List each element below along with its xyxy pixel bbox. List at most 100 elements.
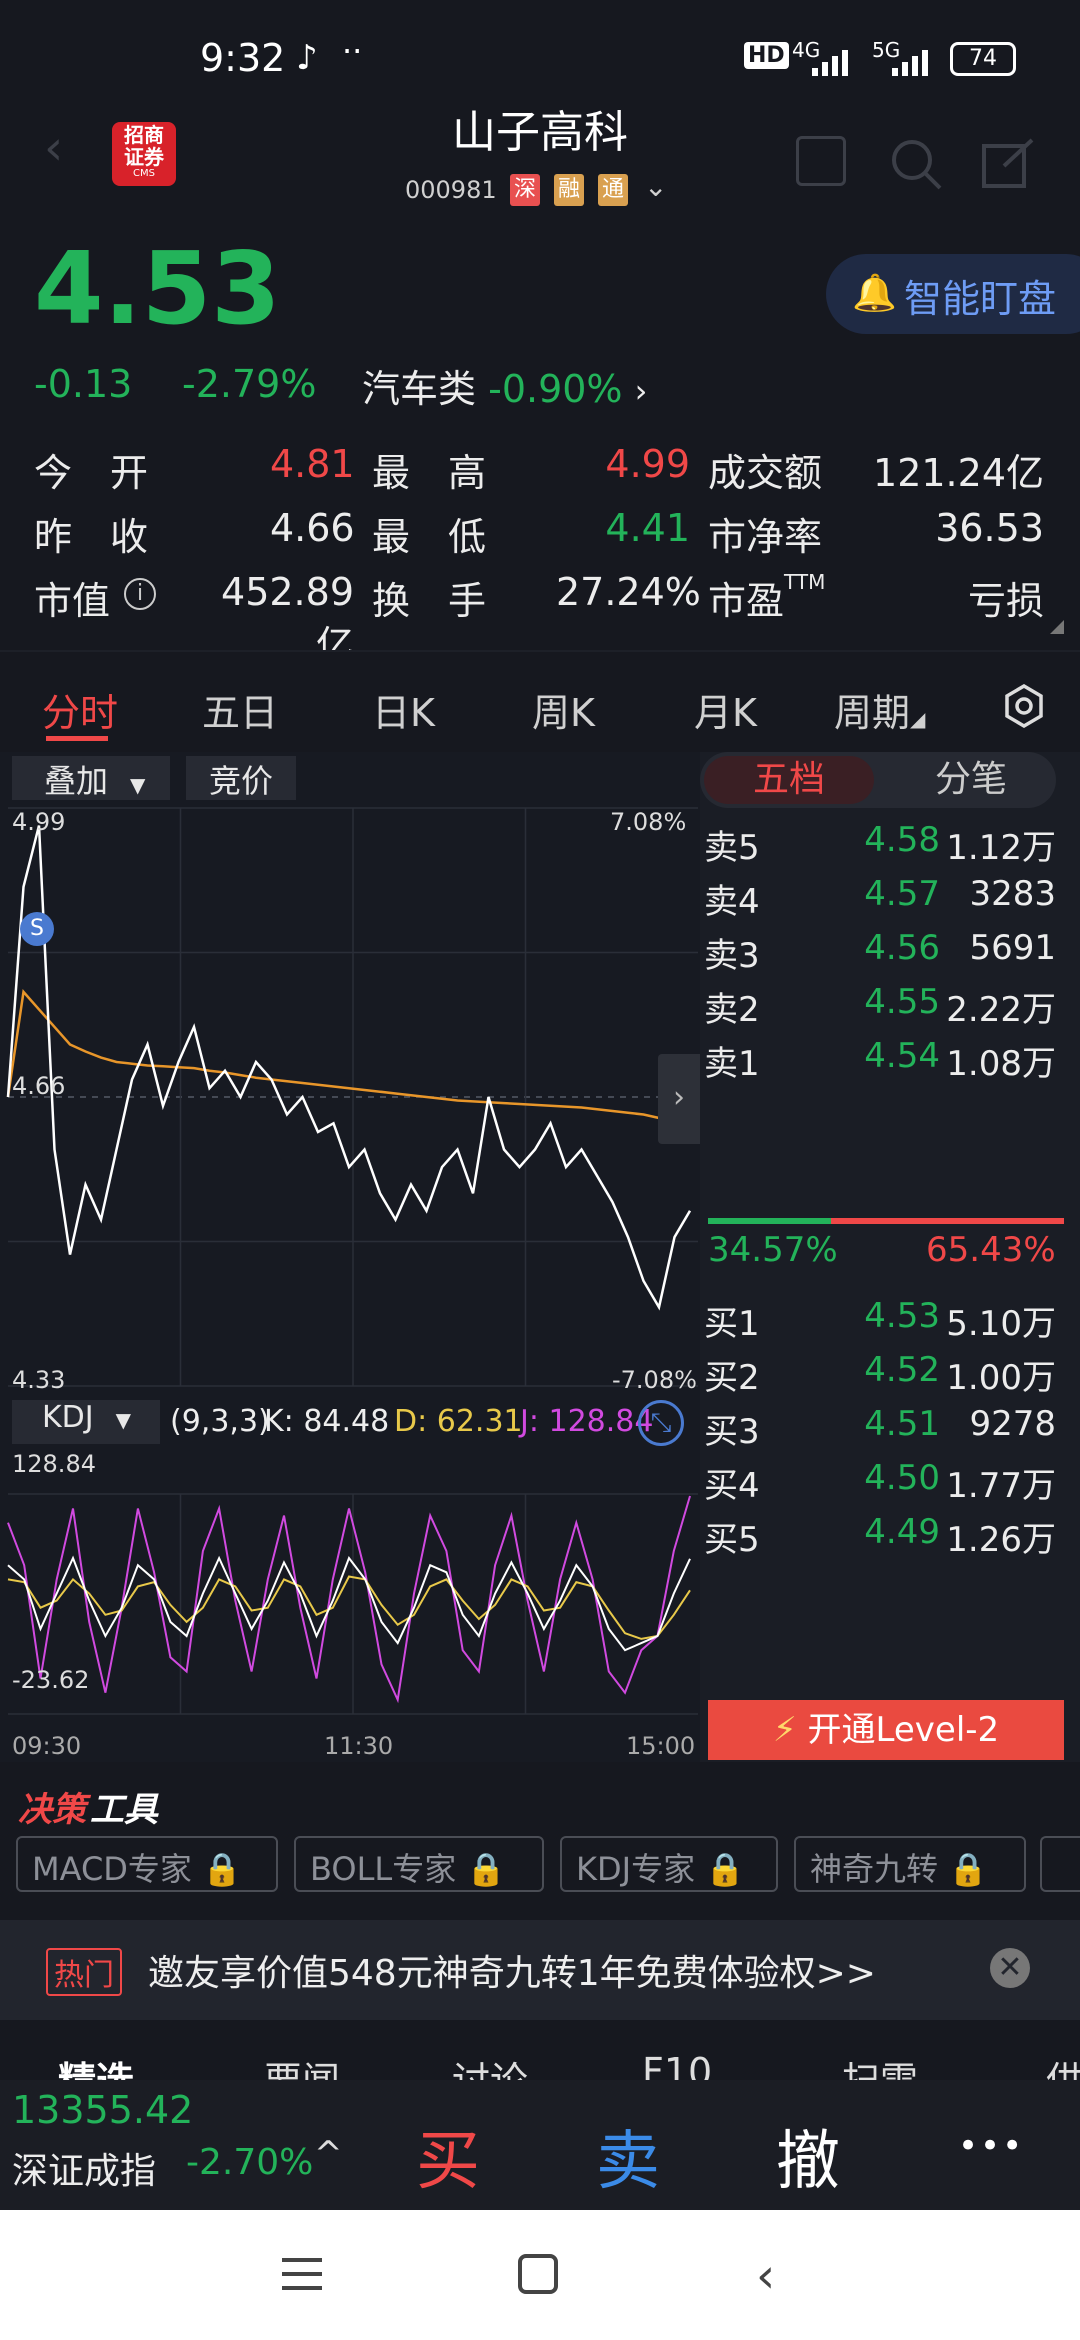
ask-label: 卖5 [704, 828, 760, 868]
info-icon[interactable]: i [124, 578, 156, 610]
bid-volume: 1.77万 [946, 1466, 1056, 1506]
ask-volume: 3283 [969, 874, 1056, 914]
expand-corner-icon[interactable] [1050, 620, 1064, 634]
tag-tong: 通 [598, 174, 628, 206]
active-tab-indicator [46, 736, 108, 741]
tools-title-white: 工具 [90, 1790, 158, 1830]
note-icon[interactable] [796, 136, 846, 186]
ask-label: 卖4 [704, 882, 760, 922]
more-button[interactable]: ••• [958, 2126, 1024, 2166]
bid-row[interactable]: 买4 4.50 1.77万 [700, 1458, 1080, 1518]
chevron-down-icon[interactable]: ⌄ [644, 170, 667, 203]
ratio-bar [708, 1218, 1064, 1224]
bid-label: 买1 [704, 1304, 760, 1344]
more-dots-icon: ·· [342, 32, 363, 70]
pe-label: 市盈TTM [708, 570, 826, 623]
kdj-j-value: J: 128.84 [520, 1404, 654, 1439]
close-icon[interactable]: ✕ [990, 1948, 1030, 1988]
ask-row[interactable]: 卖3 4.56 5691 [700, 928, 1080, 988]
turnover-rate-value: 27.24% [556, 570, 701, 614]
time-end-label: 15:00 [626, 1732, 696, 1760]
tiktok-icon: ♪ [296, 38, 318, 78]
system-nav-bar: ‹ [0, 2210, 1080, 2340]
smart-monitor-button[interactable]: 🔔 智能盯盘 [826, 254, 1080, 334]
auction-button[interactable]: 竞价 [186, 756, 296, 800]
boll-expert-button[interactable]: BOLL专家 🔒 [294, 1836, 544, 1892]
tab-weekly-k[interactable]: 周K [532, 682, 595, 737]
home-icon[interactable] [518, 2254, 558, 2294]
ask-price: 4.54 [864, 1036, 940, 1076]
level2-button[interactable]: ⚡ 开通Level-2 [708, 1700, 1064, 1760]
bid-volume: 5.10万 [946, 1304, 1056, 1344]
trade-bar: 13355.42 深证成指 -2.70% ^ 买 卖 撤 ••• [0, 2080, 1080, 2210]
back-arrow-icon[interactable]: ‹ [44, 120, 63, 176]
tab-daily-k[interactable]: 日K [372, 682, 435, 737]
kdj-max-label: 128.84 [12, 1450, 96, 1478]
bid-row[interactable]: 买2 4.52 1.00万 [700, 1350, 1080, 1410]
ask-row[interactable]: 卖1 4.54 1.08万 [700, 1036, 1080, 1096]
high-label: 最 高 [372, 451, 487, 495]
promo-text: 邀友享价值548元神奇九转1年免费体验权>> [148, 1953, 876, 1994]
high-value: 4.99 [605, 442, 690, 486]
bid-label: 买3 [704, 1412, 760, 1452]
cancel-button[interactable]: 撤 [776, 2110, 840, 2202]
ask-row[interactable]: 卖4 4.57 3283 [700, 874, 1080, 934]
bid-price: 4.50 [864, 1458, 940, 1498]
pct-min-label: -7.08% [612, 1366, 697, 1394]
search-icon[interactable] [888, 136, 944, 192]
price-max-label: 4.99 [12, 808, 66, 836]
ask-row[interactable]: 卖2 4.55 2.22万 [700, 982, 1080, 1042]
hd-badge: HD [744, 42, 789, 69]
chart-expand-arrow[interactable]: › [658, 1054, 700, 1144]
ask-label: 卖3 [704, 936, 760, 976]
menu-icon[interactable] [282, 2256, 322, 2292]
tab-intraday[interactable]: 分时 [42, 682, 118, 737]
back-icon[interactable]: ‹ [756, 2248, 775, 2304]
pb-value: 36.53 [935, 506, 1044, 550]
share-icon[interactable] [980, 136, 1036, 192]
kdj-j-line [7, 1495, 691, 1704]
ask-volume: 1.08万 [946, 1044, 1056, 1084]
bid-row[interactable]: 买3 4.51 9278 [700, 1404, 1080, 1464]
intraday-chart-panel: 叠加 ▼ 竞价 4.99 7.08% 4.66 4.33 -7.08% S › K… [0, 752, 700, 1762]
kdj-expert-button[interactable]: KDJ专家 🔒 [560, 1836, 778, 1892]
more-tools-button[interactable] [1040, 1836, 1080, 1892]
signal-icon [812, 48, 858, 76]
overlay-dropdown[interactable]: 叠加 ▼ [12, 756, 170, 800]
tab-five-day[interactable]: 五日 [202, 682, 278, 737]
kdj-dropdown[interactable]: KDJ ▼ [12, 1400, 160, 1444]
low-label: 最 低 [372, 515, 487, 559]
change-pct: -2.79% [182, 362, 317, 406]
low-value: 4.41 [605, 506, 690, 550]
tab-monthly-k[interactable]: 月K [694, 682, 757, 737]
buy-button[interactable]: 买 [416, 2110, 480, 2202]
sell-button[interactable]: 卖 [596, 2110, 660, 2202]
promo-banner[interactable]: 热门 邀友享价值548元神奇九转1年免费体验权>> ✕ [0, 1920, 1080, 2020]
bid-row[interactable]: 买1 4.53 5.10万 [700, 1296, 1080, 1356]
price-mid-label: 4.66 [12, 1072, 66, 1100]
settings-gear-icon[interactable] [1002, 683, 1046, 729]
sector-link[interactable]: 汽车类 -0.90% › [362, 358, 647, 413]
price-line [6, 825, 692, 1311]
stock-header: ‹ 招商 证券 CMS 山子高科 000981 深 融 通 ⌄ [0, 90, 1080, 220]
battery-icon: 74 [950, 42, 1016, 76]
ask-volume: 5691 [969, 928, 1056, 968]
ask-price: 4.57 [864, 874, 940, 914]
tab-five-level[interactable]: 五档 [704, 756, 874, 804]
open-label: 今 开 [34, 451, 149, 495]
ask-row[interactable]: 卖5 4.58 1.12万 [700, 820, 1080, 880]
bid-volume: 1.26万 [946, 1520, 1056, 1560]
index-ticker[interactable]: 13355.42 深证成指 -2.70% ^ [0, 2080, 343, 2210]
magic-nine-button[interactable]: 神奇九转 🔒 [794, 1836, 1026, 1892]
kdj-d-line [7, 1575, 691, 1640]
macd-expert-button[interactable]: MACD专家 🔒 [16, 1836, 278, 1892]
tab-tick[interactable]: 分笔 [886, 756, 1056, 804]
fullscreen-icon[interactable]: ⤡ [638, 1400, 684, 1446]
tab-period[interactable]: 周期◢ [834, 682, 925, 737]
prev-close-label: 昨 收 [34, 515, 149, 559]
bid-row[interactable]: 买5 4.49 1.26万 [700, 1512, 1080, 1572]
kdj-k-value: K: 84.48 [264, 1404, 390, 1439]
sell-signal-marker[interactable]: S [20, 912, 54, 946]
turnover-label: 成交额 [708, 451, 823, 495]
time-mid-label: 11:30 [324, 1732, 394, 1760]
